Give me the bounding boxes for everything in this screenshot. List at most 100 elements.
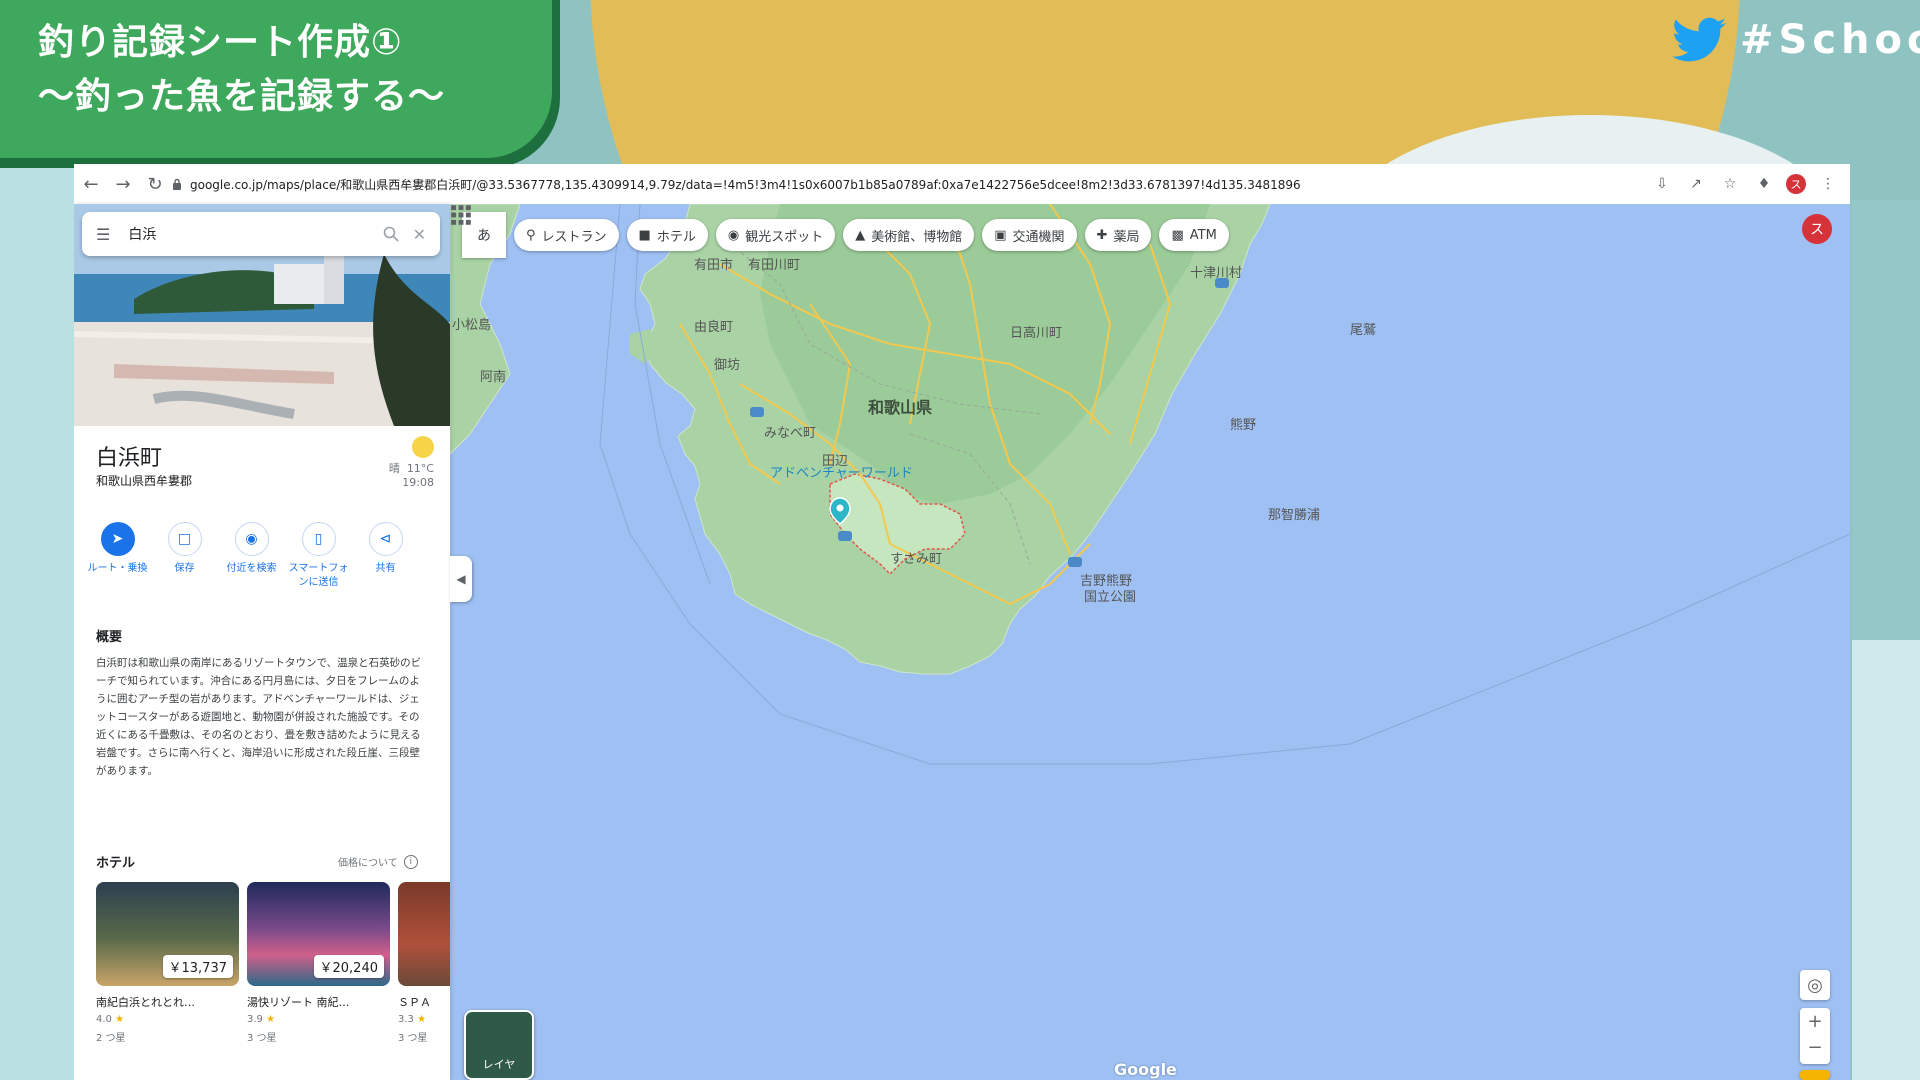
category-chips: あ ⚲ レストラン ■ ホテル ◉ 観光スポット ▲ 美術館、博物館 ▣ 交通機関 ✚ 薬局… — [462, 212, 1229, 258]
chevron-left-icon: ◀ — [456, 572, 466, 586]
hotel-rating: 4.0 ★ — [96, 1014, 239, 1025]
search-box[interactable]: ☰ 白浜 ✕ — [82, 212, 440, 256]
collapse-panel-button[interactable]: ◀ — [450, 556, 472, 602]
layers-button[interactable]: レイヤ — [464, 1010, 534, 1080]
chip-museum[interactable]: ▲ 美術館、博物館 — [843, 219, 975, 251]
chip-attraction-label: 観光スポット — [745, 229, 824, 245]
browser-window: ← → ↻ google.co.jp/maps/place/和歌山県西牟婁郡白浜… — [74, 164, 1850, 1080]
hotel-icon: ■ — [638, 227, 651, 243]
sunny-weather-icon — [412, 436, 434, 458]
star-icon: ★ — [266, 1014, 276, 1025]
hotel-card[interactable]: ＳＰＡ 3.3 ★ 3 つ星 — [398, 882, 450, 1044]
map-poi-adventure-world[interactable]: アドベンチャーワールド — [770, 462, 913, 481]
chip-restaurant-label: レストラン — [541, 229, 607, 245]
title-line-2: ～釣った魚を記録する～ — [38, 76, 446, 117]
map-label-gobo: 御坊 — [714, 358, 741, 373]
price-info-link[interactable]: 価格について i — [338, 854, 418, 869]
backdrop-wall-right — [1852, 640, 1920, 1080]
transit-icon: ▣ — [994, 227, 1007, 243]
reload-icon[interactable]: ↻ — [140, 169, 170, 199]
chip-hotel-label: ホテル — [656, 229, 696, 245]
attraction-icon: ◉ — [727, 227, 740, 243]
route-shield-42-b — [838, 531, 852, 541]
hotel-rating: 3.3 ★ — [398, 1014, 450, 1025]
hotels-heading: ホテル — [96, 856, 136, 871]
action-nearby[interactable]: ◉ 付近を検索 — [218, 522, 285, 590]
bookmark-star-icon[interactable]: ☆ — [1718, 172, 1742, 196]
search-input[interactable]: 白浜 — [128, 224, 382, 244]
hotel-photo — [398, 882, 450, 986]
place-actions: ➤ ルート・乗換 □ 保存 ◉ 付近を検索 ▯ スマートフォンに送信 ⊲ 共有 — [84, 522, 440, 590]
price-info-label: 価格について — [338, 858, 398, 869]
action-send-to-phone[interactable]: ▯ スマートフォンに送信 — [285, 522, 352, 590]
chip-transit[interactable]: ▣ 交通機関 — [982, 219, 1077, 251]
map-label-komatsushima: 小松島 — [452, 318, 492, 333]
url-text: google.co.jp/maps/place/和歌山県西牟婁郡白浜町/@33.… — [190, 177, 1301, 192]
chip-pharmacy[interactable]: ✚ 薬局 — [1084, 219, 1152, 251]
hotel-rating-value: 4.0 — [96, 1014, 112, 1025]
pegman-button[interactable] — [1800, 1070, 1830, 1080]
hotel-price: ￥20,240 — [313, 955, 384, 978]
map-label-owase: 尾鷲 — [1350, 323, 1377, 338]
install-app-icon[interactable]: ⇩ — [1650, 172, 1674, 196]
action-send-to-phone-label: スマートフォンに送信 — [288, 563, 349, 588]
bookmark-icon: □ — [167, 522, 202, 556]
map-label-nachi: 那智勝浦 — [1268, 508, 1321, 523]
apps-grid-icon[interactable] — [450, 204, 472, 226]
chip-attraction[interactable]: ◉ 観光スポット — [715, 219, 836, 251]
chip-restaurant[interactable]: ⚲ レストラン — [514, 219, 619, 251]
hashtag-badge: #Schoo — [1672, 10, 1920, 70]
hotel-rating-value: 3.9 — [247, 1014, 263, 1025]
weather-time: 19:08 — [402, 476, 434, 489]
google-watermark: Google — [1114, 1060, 1177, 1079]
hotel-name: 湯快リゾート 南紀… — [247, 996, 350, 1009]
zoom-in-button[interactable]: + — [1807, 1008, 1822, 1036]
address-bar[interactable]: google.co.jp/maps/place/和歌山県西牟婁郡白浜町/@33.… — [172, 170, 1712, 198]
hotel-rating-value: 3.3 — [398, 1014, 414, 1025]
hotel-class: 3 つ星 — [247, 1033, 277, 1044]
place-subtitle: 和歌山県西牟婁郡 — [96, 474, 193, 488]
clear-search-icon[interactable]: ✕ — [413, 225, 426, 244]
map-graphic — [450, 204, 1850, 765]
search-icon[interactable] — [383, 226, 399, 242]
hotel-photo: ￥20,240 — [247, 882, 390, 986]
map-label-hikata: 日高川町 — [1010, 326, 1063, 341]
chip-hotel[interactable]: ■ ホテル — [626, 219, 708, 251]
action-save-label: 保存 — [174, 563, 195, 574]
hotel-photo: ￥13,737 — [96, 882, 239, 986]
backdrop-wall-left — [0, 150, 74, 1080]
map-label-kumano: 熊野 — [1230, 418, 1257, 433]
map-label-yura: 由良町 — [694, 320, 734, 335]
extensions-puzzle-icon[interactable]: ♦ — [1752, 172, 1776, 196]
zoom-out-button[interactable]: − — [1807, 1036, 1822, 1064]
forward-arrow-icon[interactable]: → — [108, 169, 138, 199]
route-shield-42-a — [750, 407, 764, 417]
phone-icon: ▯ — [301, 522, 336, 556]
star-icon: ★ — [417, 1014, 427, 1025]
back-arrow-icon[interactable]: ← — [76, 169, 106, 199]
hotel-class: 2 つ星 — [96, 1033, 126, 1044]
hamburger-menu-icon[interactable]: ☰ — [96, 225, 110, 244]
hotel-class: 3 つ星 — [398, 1033, 428, 1044]
pharmacy-icon: ✚ — [1096, 227, 1108, 243]
chip-atm[interactable]: ▩ ATM — [1159, 219, 1229, 251]
hotel-price: ￥13,737 — [162, 955, 233, 978]
browser-menu-icon[interactable]: ⋮ — [1816, 172, 1840, 196]
zoom-controls: + − — [1800, 1008, 1830, 1064]
hotel-card[interactable]: ￥20,240 湯快リゾート 南紀… 3.9 ★ 3 つ星 — [247, 882, 390, 1044]
map-label-shirahama-south: すさみ町 — [890, 552, 943, 567]
action-save[interactable]: □ 保存 — [151, 522, 218, 590]
hotel-name: ＳＰＡ — [398, 996, 431, 1009]
my-location-button[interactable]: ◎ — [1800, 970, 1830, 1000]
hotel-card[interactable]: ￥13,737 南紀白浜とれとれ… 4.0 ★ 2 つ星 — [96, 882, 239, 1044]
maps-account-avatar[interactable]: ス — [1802, 214, 1832, 244]
restaurant-icon: ⚲ — [526, 227, 536, 243]
share-page-icon[interactable]: ↗ — [1684, 172, 1708, 196]
share-icon: ⊲ — [368, 522, 403, 556]
action-share[interactable]: ⊲ 共有 — [352, 522, 419, 590]
title-card: 釣り記録シート作成① ～釣った魚を記録する～ — [0, 0, 552, 158]
action-directions[interactable]: ➤ ルート・乗換 — [84, 522, 151, 590]
browser-profile-avatar[interactable]: ス — [1786, 174, 1806, 194]
map-canvas[interactable]: 和歌山県 田辺 みなべ町 御坊 由良町 有田川町 有田市 日高川町 阿南 小松島… — [450, 204, 1850, 1080]
overview-heading: 概要 — [96, 630, 123, 645]
